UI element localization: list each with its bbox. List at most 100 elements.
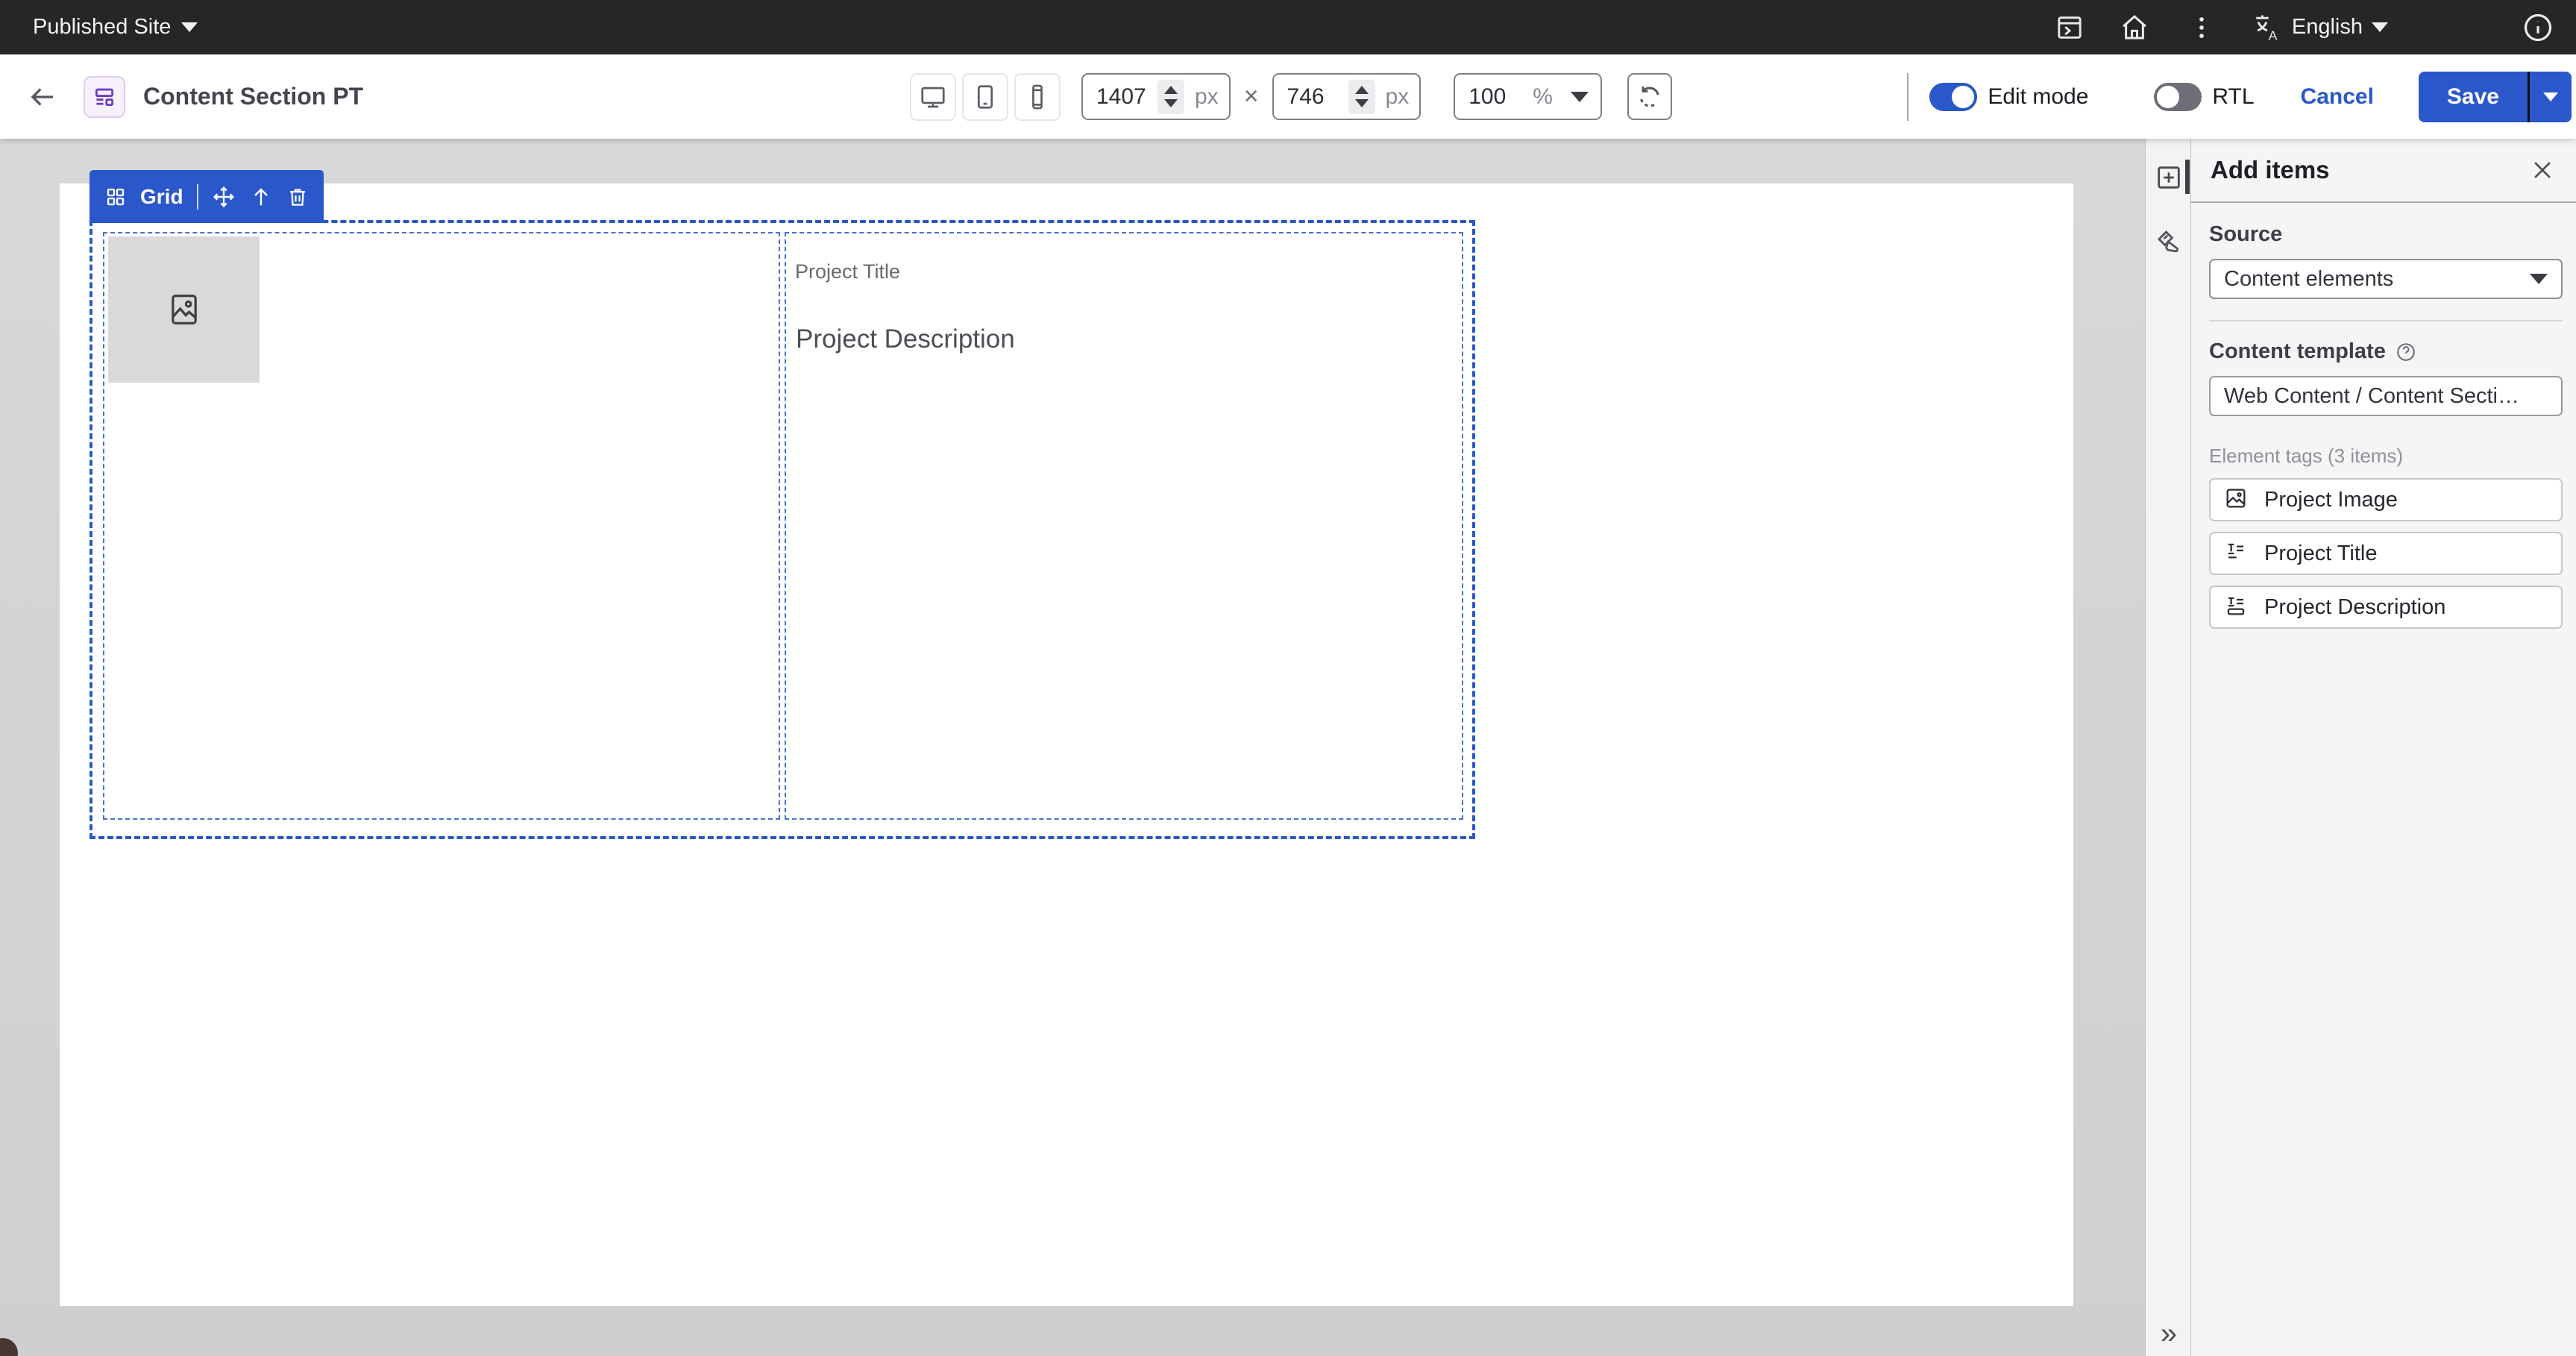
language-selector[interactable]: A English (2250, 11, 2388, 44)
page-template-icon (84, 76, 125, 118)
translate-icon: A (2250, 11, 2283, 44)
close-icon[interactable] (2530, 157, 2555, 183)
height-stepper[interactable] (1348, 80, 1375, 114)
step-up-icon (1355, 86, 1369, 94)
phone-icon[interactable] (1014, 73, 1061, 121)
toggle-knob (1952, 86, 1974, 108)
language-label: English (2292, 15, 2363, 40)
active-tab-indicator (2185, 160, 2190, 194)
save-button[interactable]: Save (2419, 72, 2528, 122)
width-input[interactable]: 1407 px (1081, 73, 1231, 120)
width-value: 1407 (1096, 84, 1152, 110)
step-down-icon (1164, 99, 1178, 107)
page-title: Content Section PT (143, 83, 363, 110)
toolbar-divider (1907, 73, 1909, 121)
toggle-knob (2157, 86, 2179, 108)
chevron-down-icon (2530, 274, 2548, 284)
home-icon[interactable] (2119, 12, 2150, 43)
element-tag-project-image[interactable]: Project Image (2209, 478, 2563, 521)
dimension-separator: × (1244, 82, 1259, 111)
zoom-value: 100 (1468, 84, 1533, 110)
project-title-field[interactable]: Project Title (795, 260, 900, 283)
toolbar-left: Content Section PT (27, 54, 363, 139)
source-select[interactable]: Content elements (2209, 259, 2563, 299)
textarea-icon (2224, 594, 2248, 621)
panel-divider (2209, 320, 2563, 321)
step-down-icon (1355, 99, 1369, 107)
save-options-button[interactable] (2530, 72, 2572, 122)
source-value: Content elements (2224, 267, 2393, 292)
edit-mode-label: Edit mode (1988, 84, 2088, 110)
content-template-value: Web Content / Content Secti… (2224, 384, 2519, 409)
paint-brush-tab[interactable] (2146, 227, 2192, 258)
chevron-down-icon (2372, 22, 2388, 32)
text-icon (2224, 540, 2248, 568)
height-value: 746 (1287, 84, 1342, 110)
zoom-unit: % (1533, 84, 1553, 110)
grid-column-image[interactable] (103, 232, 780, 820)
cutoff-floating-button (0, 1338, 18, 1356)
content-template-row: Content template (2209, 339, 2563, 364)
editor-toolbar: Content Section PT (0, 54, 2576, 139)
cancel-button[interactable]: Cancel (2301, 84, 2374, 110)
info-icon[interactable] (2521, 10, 2555, 45)
height-input[interactable]: 746 px (1272, 73, 1421, 120)
collapse-icon[interactable]: » (2146, 1319, 2192, 1349)
width-stepper[interactable] (1157, 80, 1184, 114)
content-template-label: Content template (2209, 339, 2386, 364)
chevron-down-icon (181, 22, 198, 32)
rtl-toggle[interactable] (2154, 83, 2202, 111)
chevron-down-icon (1571, 92, 1589, 102)
image-placeholder[interactable] (108, 236, 260, 383)
help-icon[interactable] (2395, 341, 2417, 363)
app-screen: Published Site (0, 0, 2576, 1356)
add-items-panel: Add items Source Content elements Conten… (2191, 139, 2576, 1356)
height-unit: px (1386, 84, 1410, 110)
save-split-button: Save (2419, 72, 2572, 122)
project-description-field[interactable]: Project Description (796, 324, 1015, 354)
grid-selection[interactable]: Project Title Project Description (89, 220, 1475, 839)
product-menu-icon[interactable] (2055, 13, 2085, 43)
top-bar-actions: A English (2055, 0, 2564, 54)
tablet-icon[interactable] (962, 73, 1008, 121)
edit-mode-toggle[interactable] (1929, 83, 1977, 111)
svg-text:A: A (2269, 28, 2278, 43)
workspace: Grid (0, 139, 2576, 1356)
trash-icon[interactable] (286, 186, 309, 208)
selection-label: Grid (140, 185, 183, 209)
element-tag-label: Project Title (2264, 542, 2378, 566)
chevron-down-icon (2543, 92, 2558, 101)
back-icon[interactable] (27, 81, 58, 113)
grid-column-text[interactable]: Project Title Project Description (785, 232, 1463, 820)
element-tag-project-description[interactable]: Project Description (2209, 586, 2563, 629)
move-up-icon[interactable] (249, 185, 273, 209)
panel-body: Source Content elements Content template (2191, 203, 2576, 629)
selected-fragment-toolbar[interactable]: Grid (89, 170, 324, 223)
panel-title: Add items (2211, 156, 2330, 184)
element-tag-project-title[interactable]: Project Title (2209, 532, 2563, 575)
kebab-menu-icon[interactable] (2187, 13, 2216, 42)
site-selector-label: Published Site (33, 15, 171, 40)
site-selector[interactable]: Published Site (33, 15, 198, 40)
image-icon (2224, 486, 2248, 514)
viewport-controls: 1407 px × 746 px 100 % (910, 54, 1672, 139)
rtl-label: RTL (2212, 84, 2254, 110)
toolbar-right: Edit mode RTL Cancel Save (1907, 54, 2572, 139)
desktop-icon[interactable] (910, 73, 956, 121)
element-tag-label: Project Description (2264, 595, 2445, 620)
element-tag-label: Project Image (2264, 488, 2398, 512)
chip-divider (197, 184, 198, 210)
panel-header: Add items (2191, 139, 2576, 203)
width-unit: px (1195, 84, 1219, 110)
step-up-icon (1164, 86, 1178, 94)
grid-icon (104, 186, 127, 208)
sidebar-tab-strip: » (2145, 139, 2191, 1356)
content-template-input[interactable]: Web Content / Content Secti… (2209, 376, 2563, 416)
device-switcher (910, 73, 1061, 121)
rotate-viewport-button[interactable] (1627, 73, 1672, 120)
source-label: Source (2209, 222, 2563, 247)
zoom-select[interactable]: 100 % (1454, 73, 1602, 120)
element-tags-label: Element tags (3 items) (2209, 445, 2563, 468)
top-bar: Published Site (0, 0, 2576, 54)
move-icon[interactable] (212, 185, 236, 209)
